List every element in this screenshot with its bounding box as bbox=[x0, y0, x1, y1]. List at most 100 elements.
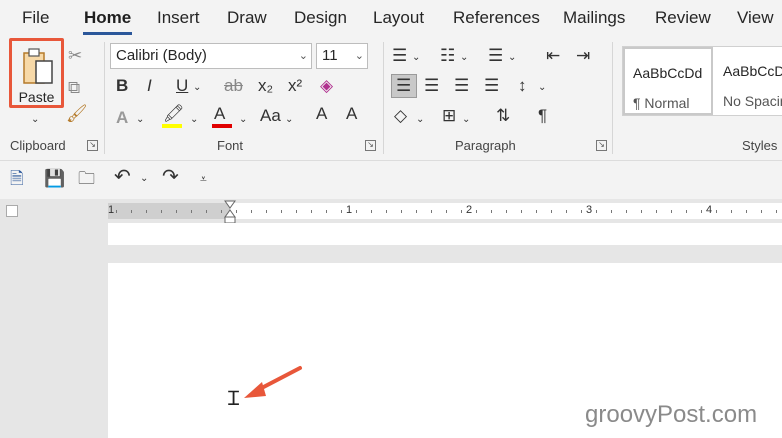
multilevel-list-icon[interactable]: ☰ bbox=[488, 46, 503, 66]
new-document-icon[interactable]: 🗎 bbox=[10, 169, 24, 189]
ruler-tick bbox=[596, 210, 597, 213]
tab-view[interactable]: View bbox=[737, 8, 774, 28]
tab-layout[interactable]: Layout bbox=[373, 8, 424, 28]
shrink-font-button[interactable]: A bbox=[346, 104, 357, 124]
align-left-button[interactable]: ☰ bbox=[391, 74, 417, 98]
show-hide-button[interactable]: ¶ bbox=[538, 106, 547, 126]
tab-file[interactable]: File bbox=[22, 8, 49, 28]
strikethrough-button[interactable]: ab bbox=[224, 76, 243, 96]
ruler-tick bbox=[311, 210, 312, 213]
ruler-tick bbox=[641, 210, 642, 213]
shading-icon[interactable]: ◇ bbox=[394, 106, 407, 126]
ruler-number: 1 bbox=[346, 204, 353, 216]
ruler-tick bbox=[731, 210, 732, 213]
borders-caret-icon[interactable]: ⌄ bbox=[462, 110, 470, 130]
justify-icon[interactable]: ☰ bbox=[484, 76, 499, 96]
ruler-tick bbox=[296, 210, 297, 213]
multilevel-caret-icon[interactable]: ⌄ bbox=[508, 48, 516, 68]
text-cursor-icon: Ɪ bbox=[228, 386, 240, 410]
tab-review[interactable]: Review bbox=[655, 8, 711, 28]
style-sample: AaBbCcDd bbox=[723, 63, 782, 79]
highlight-caret-icon[interactable]: ⌄ bbox=[190, 110, 198, 130]
ruler-number: 1 bbox=[108, 204, 115, 216]
highlighter-icon[interactable]: 🖍 bbox=[163, 104, 185, 124]
cut-icon[interactable]: ✂ bbox=[68, 46, 82, 66]
bold-button[interactable]: B bbox=[116, 76, 128, 96]
tab-draw[interactable]: Draw bbox=[227, 8, 267, 28]
style-no-spacing[interactable]: AaBbCcDd No Spacing bbox=[715, 47, 782, 115]
paste-button[interactable]: Paste bbox=[9, 38, 64, 108]
bullets-caret-icon[interactable]: ⌄ bbox=[412, 48, 420, 68]
paragraph-launcher-icon[interactable]: ↘ bbox=[596, 140, 607, 151]
format-painter-icon[interactable]: 🖌 bbox=[66, 104, 88, 124]
annotation-arrow-icon bbox=[244, 366, 302, 398]
numbering-icon[interactable]: ☷ bbox=[440, 46, 455, 66]
shading-caret-icon[interactable]: ⌄ bbox=[416, 110, 424, 130]
ruler-tick bbox=[521, 210, 522, 213]
font-group-label: Font bbox=[217, 138, 244, 153]
tab-references[interactable]: References bbox=[453, 8, 540, 28]
text-effects-caret-icon[interactable]: ⌄ bbox=[136, 110, 144, 130]
change-case-caret-icon[interactable]: ⌄ bbox=[285, 110, 293, 130]
style-name: No Spacing bbox=[723, 93, 782, 109]
font-color-caret-icon[interactable]: ⌄ bbox=[239, 110, 247, 130]
undo-caret-icon[interactable]: ⌄ bbox=[140, 169, 148, 189]
clipboard-group-label: Clipboard bbox=[10, 138, 66, 153]
underline-button[interactable]: U bbox=[176, 76, 188, 96]
decrease-indent-icon[interactable]: ⇤ bbox=[546, 46, 560, 66]
group-divider bbox=[104, 42, 105, 154]
open-folder-icon[interactable]: 🗀 bbox=[78, 169, 95, 189]
italic-button[interactable]: I bbox=[147, 76, 152, 96]
numbering-caret-icon[interactable]: ⌄ bbox=[460, 48, 468, 68]
ruler-tick bbox=[116, 210, 117, 213]
font-family-select[interactable]: Calibri (Body) ⌄ bbox=[110, 43, 312, 69]
undo-icon[interactable]: ↶ bbox=[114, 167, 131, 187]
font-size-select[interactable]: 11 ⌄ bbox=[316, 43, 368, 69]
line-spacing-caret-icon[interactable]: ⌄ bbox=[538, 78, 546, 98]
paragraph-group-label: Paragraph bbox=[455, 138, 516, 153]
font-color-button[interactable]: A bbox=[214, 104, 225, 124]
tab-insert[interactable]: Insert bbox=[157, 8, 200, 28]
ruler-tick bbox=[416, 210, 417, 213]
subscript-button[interactable]: x₂ bbox=[258, 76, 273, 96]
style-normal[interactable]: AaBbCcDd ¶ Normal bbox=[623, 47, 713, 115]
paste-options-caret-icon[interactable]: ⌄ bbox=[31, 110, 39, 130]
ruler-tick bbox=[221, 210, 222, 213]
font-launcher-icon[interactable]: ↘ bbox=[365, 140, 376, 151]
underline-options-icon[interactable]: ⌄ bbox=[193, 78, 201, 98]
sort-icon[interactable]: ⇅ bbox=[496, 106, 510, 126]
ruler-tick bbox=[776, 210, 777, 213]
font-size-value: 11 bbox=[322, 47, 338, 64]
ruler-tick bbox=[656, 210, 657, 213]
ruler-tick bbox=[281, 210, 282, 213]
tab-selector-icon[interactable] bbox=[6, 205, 18, 217]
font-color-bar bbox=[212, 124, 232, 128]
bullets-icon[interactable]: ☰ bbox=[392, 46, 407, 66]
tab-home[interactable]: Home bbox=[84, 8, 131, 28]
align-right-icon[interactable]: ☰ bbox=[454, 76, 469, 96]
ruler-tick bbox=[431, 210, 432, 213]
copy-icon[interactable]: ⧉ bbox=[68, 78, 80, 98]
line-spacing-icon[interactable]: ↕ bbox=[518, 76, 527, 96]
styles-group-label: Styles bbox=[742, 138, 778, 153]
text-effects-button[interactable]: A bbox=[116, 108, 128, 128]
clear-formatting-icon[interactable]: ◈ bbox=[320, 76, 333, 96]
indent-marker-icon[interactable] bbox=[223, 199, 237, 225]
customize-toolbar-icon[interactable]: ⩡ bbox=[200, 169, 207, 189]
ruler-tick bbox=[686, 210, 687, 213]
increase-indent-icon[interactable]: ⇥ bbox=[576, 46, 590, 66]
horizontal-ruler[interactable]: 1 1 2 3 4 bbox=[108, 200, 782, 224]
superscript-button[interactable]: x² bbox=[288, 76, 302, 96]
save-icon[interactable]: 💾 bbox=[44, 169, 65, 189]
change-case-button[interactable]: Aa bbox=[260, 106, 281, 126]
redo-icon[interactable]: ↷ bbox=[162, 167, 179, 187]
ribbon: Paste ⌄ ✂ ⧉ 🖌 Clipboard ↘ Calibri (Body)… bbox=[0, 38, 782, 158]
tab-mailings[interactable]: Mailings bbox=[563, 8, 625, 28]
clipboard-launcher-icon[interactable]: ↘ bbox=[87, 140, 98, 151]
align-center-icon[interactable]: ☰ bbox=[424, 76, 439, 96]
borders-icon[interactable]: ⊞ bbox=[442, 106, 456, 126]
ruler-tick bbox=[716, 210, 717, 213]
group-divider bbox=[612, 42, 613, 154]
tab-design[interactable]: Design bbox=[294, 8, 347, 28]
grow-font-button[interactable]: A bbox=[316, 104, 327, 124]
